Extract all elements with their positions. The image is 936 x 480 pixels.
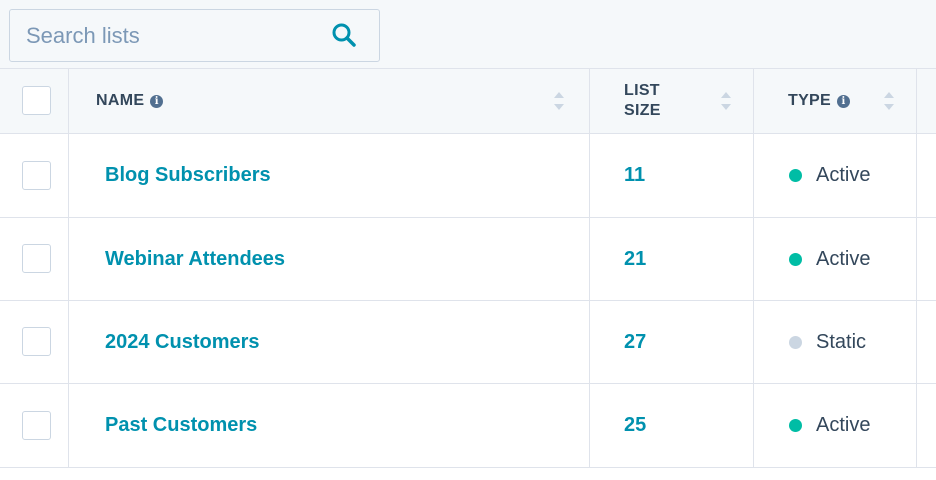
- status-dot-icon: [789, 419, 802, 432]
- overflow-cell: [917, 218, 936, 300]
- list-name-link[interactable]: 2024 Customers: [105, 301, 260, 383]
- name-cell: Webinar Attendees: [69, 218, 590, 300]
- type-status: Active: [789, 134, 870, 217]
- type-status: Active: [789, 218, 870, 300]
- table-row[interactable]: 2024 Customers 27 Static: [0, 301, 936, 384]
- type-header-text: TYPE: [788, 92, 831, 109]
- type-cell: Active: [754, 384, 917, 467]
- toolbar: [0, 0, 936, 68]
- header-overflow-cell: [917, 69, 936, 133]
- status-dot-icon: [789, 335, 802, 349]
- search-box[interactable]: [9, 9, 380, 62]
- search-icon[interactable]: [331, 22, 357, 48]
- column-header-size-label: LIST SIZE: [624, 69, 661, 133]
- type-cell: Active: [754, 218, 917, 300]
- size-cell: 27: [590, 301, 754, 383]
- column-header-name-label: NAME i: [96, 69, 164, 133]
- list-name-link[interactable]: Past Customers: [105, 384, 257, 467]
- list-name-link[interactable]: Blog Subscribers: [105, 134, 271, 217]
- row-check-cell: [0, 218, 69, 300]
- name-cell: 2024 Customers: [69, 301, 590, 383]
- row-check-cell: [0, 134, 69, 217]
- table-header-row: NAME i LIST SIZE TYPE i: [0, 69, 936, 134]
- type-status: Static: [789, 301, 866, 383]
- table-row[interactable]: Webinar Attendees 21 Active: [0, 218, 936, 301]
- list-size-link[interactable]: 21: [624, 218, 646, 300]
- status-dot-icon: [789, 169, 802, 182]
- name-cell: Past Customers: [69, 384, 590, 467]
- row-checkbox[interactable]: [22, 327, 51, 356]
- table-row[interactable]: Blog Subscribers 11 Active: [0, 134, 936, 218]
- size-header-line1: LIST: [624, 82, 660, 99]
- type-cell: Active: [754, 134, 917, 217]
- row-checkbox[interactable]: [22, 244, 51, 273]
- column-header-type-label: TYPE i: [788, 69, 850, 133]
- overflow-cell: [917, 134, 936, 217]
- lists-table: NAME i LIST SIZE TYPE i Blog Subscribers…: [0, 68, 936, 480]
- table-row[interactable]: Past Customers 25 Active: [0, 384, 936, 468]
- row-checkbox[interactable]: [22, 160, 51, 190]
- info-icon[interactable]: i: [837, 94, 850, 108]
- sort-icon[interactable]: [553, 90, 565, 112]
- type-label: Static: [816, 330, 867, 353]
- list-size-link[interactable]: 11: [624, 134, 645, 217]
- sort-icon[interactable]: [883, 90, 895, 112]
- size-header-line2: SIZE: [624, 102, 661, 119]
- header-check-cell: [0, 69, 69, 133]
- column-header-type[interactable]: TYPE i: [754, 69, 917, 133]
- search-input[interactable]: [24, 10, 324, 61]
- type-cell: Static: [754, 301, 917, 383]
- row-check-cell: [0, 301, 69, 383]
- type-status: Active: [789, 384, 870, 467]
- column-header-name[interactable]: NAME i: [69, 69, 590, 133]
- overflow-cell: [917, 301, 936, 383]
- select-all-checkbox[interactable]: [22, 86, 51, 115]
- type-label: Active: [816, 414, 871, 436]
- size-cell: 11: [590, 134, 754, 217]
- row-checkbox[interactable]: [22, 410, 51, 440]
- size-cell: 25: [590, 384, 754, 467]
- list-size-link[interactable]: 25: [624, 384, 646, 467]
- info-icon[interactable]: i: [150, 94, 164, 108]
- name-header-text: NAME: [96, 92, 145, 109]
- list-name-link[interactable]: Webinar Attendees: [105, 218, 285, 300]
- size-cell: 21: [590, 218, 754, 300]
- status-dot-icon: [789, 252, 802, 266]
- overflow-cell: [917, 384, 936, 467]
- name-cell: Blog Subscribers: [69, 134, 590, 217]
- sort-icon[interactable]: [720, 90, 732, 112]
- column-header-list-size[interactable]: LIST SIZE: [590, 69, 754, 133]
- type-label: Active: [816, 247, 871, 270]
- row-check-cell: [0, 384, 69, 467]
- type-label: Active: [816, 164, 871, 186]
- list-size-link[interactable]: 27: [624, 301, 646, 383]
